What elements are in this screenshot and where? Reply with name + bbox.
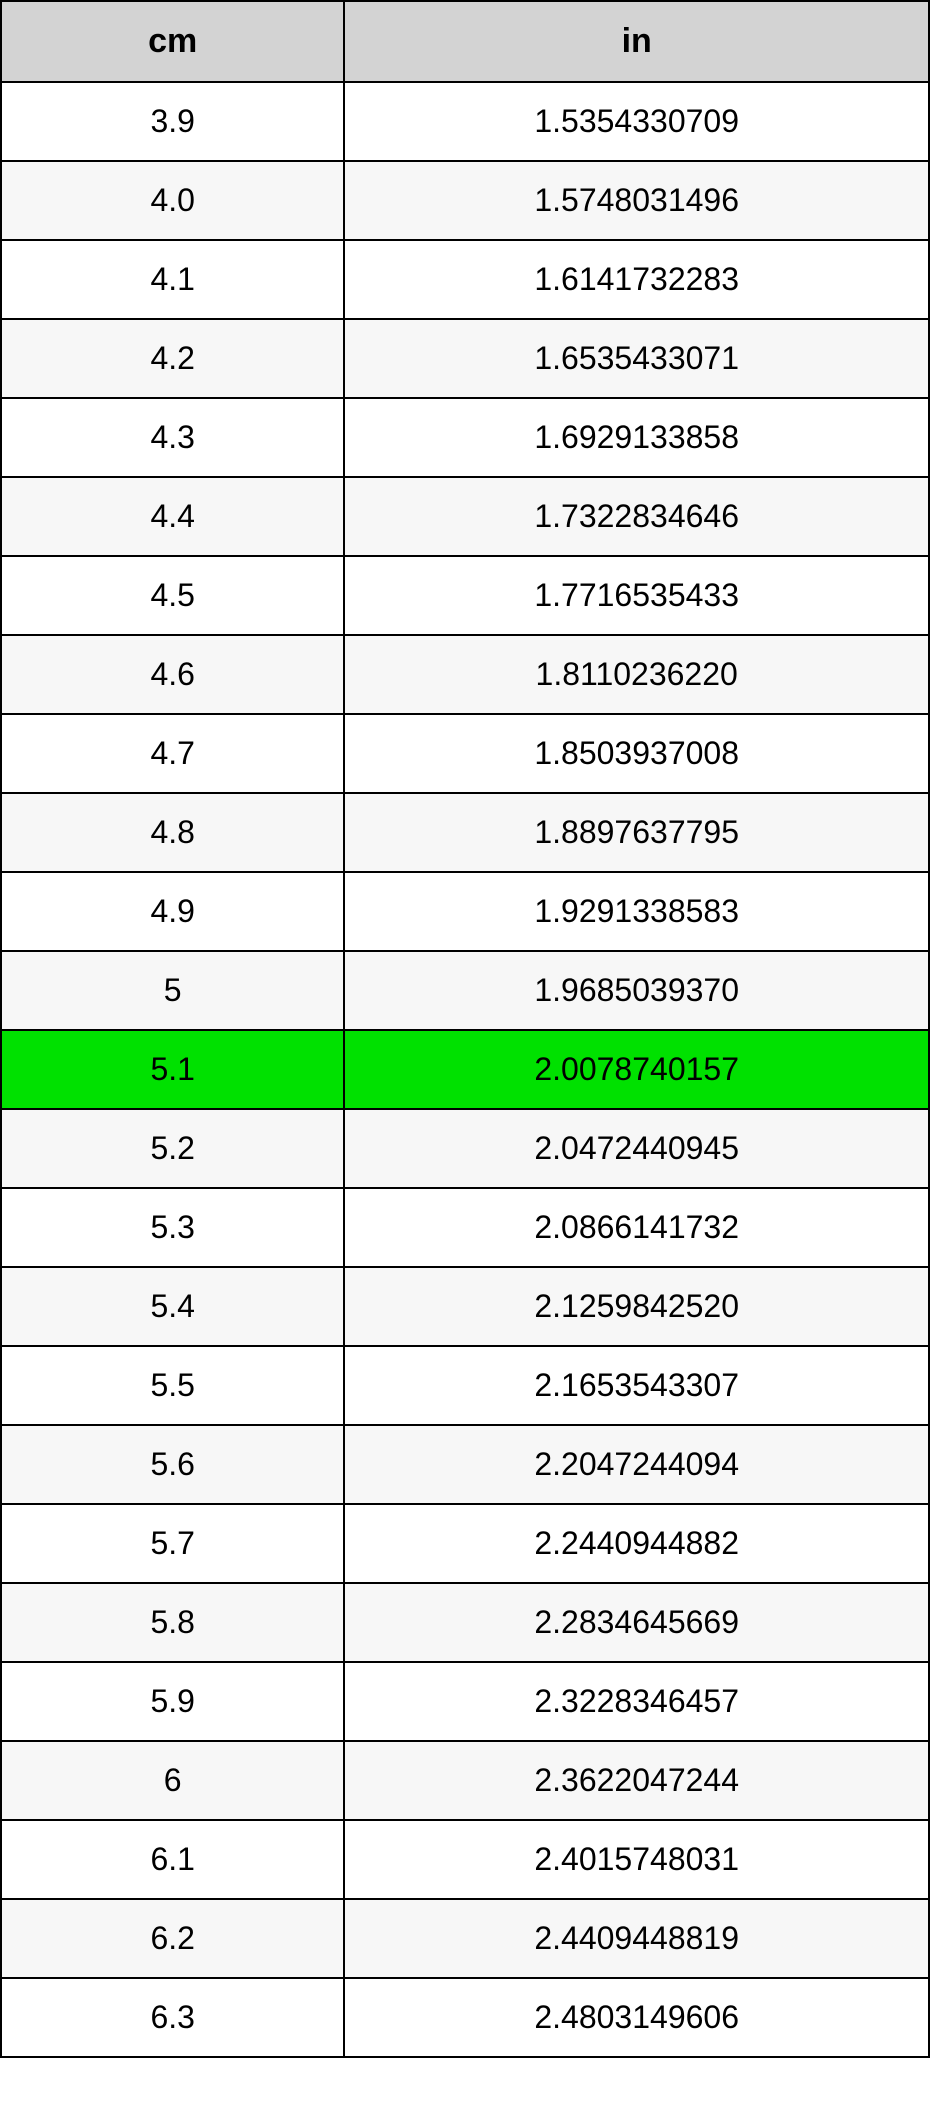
cell-cm: 4.0: [1, 161, 344, 240]
cell-cm: 5.8: [1, 1583, 344, 1662]
table-row: 4.11.6141732283: [1, 240, 929, 319]
table-row: 5.62.2047244094: [1, 1425, 929, 1504]
cell-cm: 4.1: [1, 240, 344, 319]
table-row: 4.61.8110236220: [1, 635, 929, 714]
cell-in: 2.4015748031: [344, 1820, 929, 1899]
table-row: 5.82.2834645669: [1, 1583, 929, 1662]
cell-in: 1.9685039370: [344, 951, 929, 1030]
cell-in: 1.6535433071: [344, 319, 929, 398]
cell-in: 2.0078740157: [344, 1030, 929, 1109]
cell-cm: 6.2: [1, 1899, 344, 1978]
table-row: 62.3622047244: [1, 1741, 929, 1820]
cell-cm: 5.9: [1, 1662, 344, 1741]
cell-in: 2.2047244094: [344, 1425, 929, 1504]
cell-cm: 5.2: [1, 1109, 344, 1188]
cell-in: 1.7322834646: [344, 477, 929, 556]
cell-cm: 4.8: [1, 793, 344, 872]
table-row: 6.32.4803149606: [1, 1978, 929, 2057]
conversion-table: cm in 3.91.53543307094.01.57480314964.11…: [0, 0, 930, 2058]
table-row: 5.72.2440944882: [1, 1504, 929, 1583]
cell-cm: 3.9: [1, 82, 344, 161]
table-row: 5.42.1259842520: [1, 1267, 929, 1346]
cell-in: 2.2834645669: [344, 1583, 929, 1662]
cell-cm: 4.3: [1, 398, 344, 477]
table-row: 4.21.6535433071: [1, 319, 929, 398]
table-row: 5.92.3228346457: [1, 1662, 929, 1741]
cell-cm: 6: [1, 1741, 344, 1820]
cell-in: 1.9291338583: [344, 872, 929, 951]
table-row: 4.41.7322834646: [1, 477, 929, 556]
table-row: 4.81.8897637795: [1, 793, 929, 872]
cell-cm: 5.7: [1, 1504, 344, 1583]
cell-in: 1.6929133858: [344, 398, 929, 477]
cell-cm: 4.5: [1, 556, 344, 635]
cell-cm: 5.4: [1, 1267, 344, 1346]
cell-in: 2.0472440945: [344, 1109, 929, 1188]
table-row: 5.22.0472440945: [1, 1109, 929, 1188]
cell-cm: 5.6: [1, 1425, 344, 1504]
cell-in: 1.7716535433: [344, 556, 929, 635]
header-cm: cm: [1, 1, 344, 82]
cell-cm: 5.1: [1, 1030, 344, 1109]
table-row: 3.91.5354330709: [1, 82, 929, 161]
cell-cm: 5: [1, 951, 344, 1030]
cell-cm: 4.6: [1, 635, 344, 714]
cell-in: 2.4803149606: [344, 1978, 929, 2057]
cell-in: 2.3622047244: [344, 1741, 929, 1820]
cell-in: 2.0866141732: [344, 1188, 929, 1267]
cell-in: 2.2440944882: [344, 1504, 929, 1583]
cell-in: 1.6141732283: [344, 240, 929, 319]
cell-cm: 6.3: [1, 1978, 344, 2057]
table-body: 3.91.53543307094.01.57480314964.11.61417…: [1, 82, 929, 2057]
cell-cm: 5.3: [1, 1188, 344, 1267]
table-row: 6.22.4409448819: [1, 1899, 929, 1978]
table-row: 4.51.7716535433: [1, 556, 929, 635]
cell-cm: 6.1: [1, 1820, 344, 1899]
table-header-row: cm in: [1, 1, 929, 82]
cell-in: 1.5748031496: [344, 161, 929, 240]
cell-cm: 4.7: [1, 714, 344, 793]
cell-in: 1.8897637795: [344, 793, 929, 872]
cell-in: 2.3228346457: [344, 1662, 929, 1741]
table-row: 4.71.8503937008: [1, 714, 929, 793]
cell-in: 2.1653543307: [344, 1346, 929, 1425]
cell-in: 1.8110236220: [344, 635, 929, 714]
header-in: in: [344, 1, 929, 82]
cell-in: 1.5354330709: [344, 82, 929, 161]
cell-cm: 4.2: [1, 319, 344, 398]
table-row: 5.32.0866141732: [1, 1188, 929, 1267]
table-row: 4.91.9291338583: [1, 872, 929, 951]
cell-cm: 4.4: [1, 477, 344, 556]
table-row: 6.12.4015748031: [1, 1820, 929, 1899]
cell-cm: 5.5: [1, 1346, 344, 1425]
table-row: 4.31.6929133858: [1, 398, 929, 477]
cell-cm: 4.9: [1, 872, 344, 951]
cell-in: 1.8503937008: [344, 714, 929, 793]
cell-in: 2.1259842520: [344, 1267, 929, 1346]
table-row: 5.52.1653543307: [1, 1346, 929, 1425]
table-row: 51.9685039370: [1, 951, 929, 1030]
table-row: 4.01.5748031496: [1, 161, 929, 240]
cell-in: 2.4409448819: [344, 1899, 929, 1978]
table-row: 5.12.0078740157: [1, 1030, 929, 1109]
